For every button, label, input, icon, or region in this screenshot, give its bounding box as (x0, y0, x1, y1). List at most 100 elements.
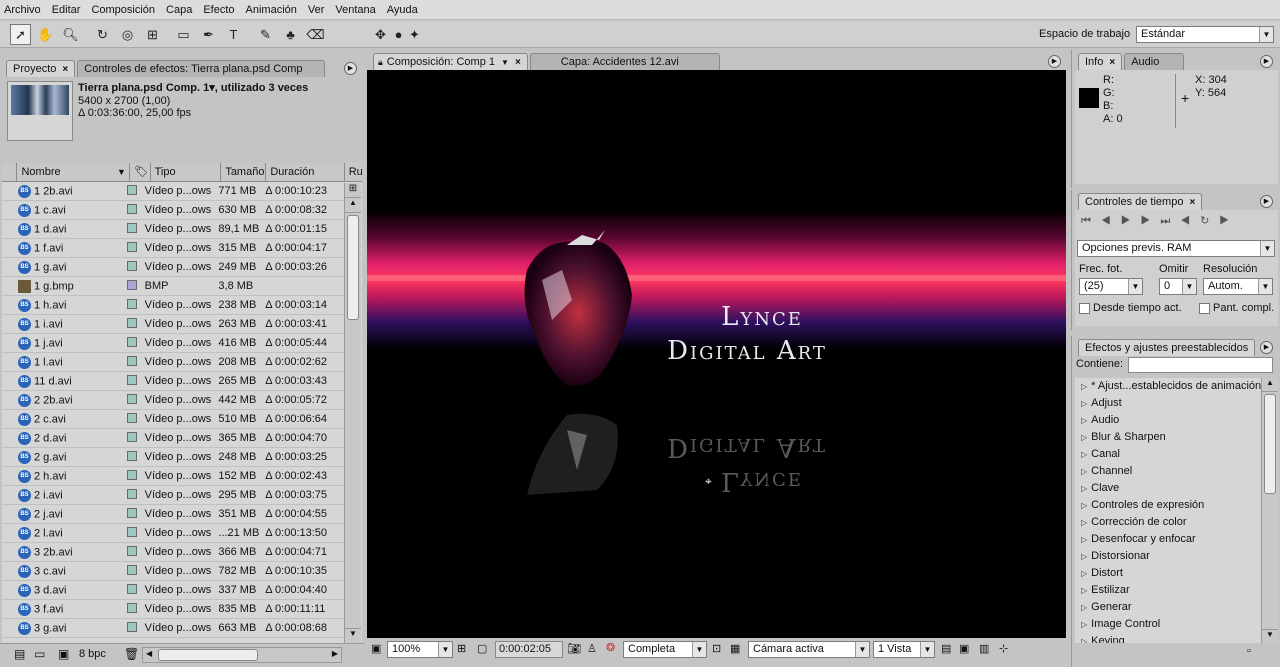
tab-info[interactable]: Info × (1078, 53, 1123, 70)
label-color[interactable] (120, 488, 142, 502)
first-frame-icon[interactable]: ⏮ (1081, 215, 1101, 227)
menu-item-4[interactable]: Efecto (203, 4, 234, 16)
table-row[interactable]: BS 3 d.avi Vídeo p...ows 337 MB Δ 0:00:04:40 (2, 581, 344, 600)
tab-layer[interactable]: Capa: Accidentes 12.avi (529, 53, 720, 70)
effects-category[interactable]: ▷ Desenfocar y enfocar (1075, 531, 1261, 548)
table-row[interactable]: BS 1 d.avi Vídeo p...ows 89,1 MB Δ 0:00:01:1… (2, 220, 344, 239)
effects-category[interactable]: ▷ Blur & Sharpen (1075, 429, 1261, 446)
bit-depth[interactable]: 8 bpc (79, 648, 106, 660)
horizontal-scrollbar[interactable]: ◀ ▶ (142, 647, 342, 663)
label-color[interactable] (120, 621, 142, 635)
table-row[interactable]: BS 3 f.avi Vídeo p...ows 835 MB Δ 0:00:11:11 (2, 600, 344, 619)
label-color[interactable] (120, 507, 142, 521)
panel-menu-icon[interactable]: ▶ (1260, 55, 1273, 68)
new-folder-icon[interactable]: ▭ (34, 647, 45, 661)
frame-rate-select[interactable]: (25) ▼ (1079, 278, 1143, 295)
clone-stamp-icon[interactable]: ♣ (280, 24, 301, 45)
flowchart-icon[interactable]: ⊞ (345, 183, 361, 198)
eraser-tool-icon[interactable]: ⌫ (305, 24, 326, 45)
panel-menu-icon[interactable]: ▶ (344, 62, 357, 75)
resolution-preview-select[interactable]: Autom. ▼ (1203, 278, 1273, 295)
expand-triangle-icon[interactable]: ▷ (1081, 484, 1087, 493)
show-snapshot-icon[interactable]: ♙ (587, 642, 597, 655)
effects-category[interactable]: ▷ Clave (1075, 480, 1261, 497)
effects-category[interactable]: ▷ Keying (1075, 633, 1261, 643)
timeline-icon[interactable]: ▥ (979, 642, 989, 655)
menu-item-8[interactable]: Ayuda (387, 4, 418, 16)
label-color[interactable] (120, 450, 142, 464)
views-select[interactable]: 1 Vista ▼ (873, 641, 935, 658)
composition-viewer[interactable]: Lynce Digital Art Lynce Digital Art ⌖ (367, 70, 1066, 638)
label-color[interactable] (120, 393, 142, 407)
label-color[interactable] (120, 336, 142, 350)
effects-category[interactable]: ▷ Generar (1075, 599, 1261, 616)
menu-item-0[interactable]: Archivo (4, 4, 41, 16)
expand-triangle-icon[interactable]: ▷ (1081, 467, 1087, 476)
expand-triangle-icon[interactable]: ▷ (1081, 535, 1087, 544)
tab-composition[interactable]: 🔒︎ Composición: Comp 1 ▼ × (373, 53, 528, 70)
label-color[interactable] (120, 564, 142, 578)
skip-select[interactable]: 0 ▼ (1159, 278, 1197, 295)
expand-triangle-icon[interactable]: ▷ (1081, 569, 1087, 578)
label-color[interactable] (120, 469, 142, 483)
panel-menu-icon[interactable]: ▶ (1260, 341, 1273, 354)
expand-triangle-icon[interactable]: ▷ (1081, 603, 1087, 612)
menu-item-1[interactable]: Editar (52, 4, 81, 16)
expand-triangle-icon[interactable]: ▷ (1081, 586, 1087, 595)
always-preview-icon[interactable]: ▣ (371, 642, 381, 655)
table-row[interactable]: BS 2 l.avi Vídeo p...ows ...21 MB Δ 0:00:13:… (2, 524, 344, 543)
effects-category[interactable]: ▷ Distort (1075, 565, 1261, 582)
label-color[interactable] (120, 526, 142, 540)
view-axis-icon[interactable]: ✦ (404, 24, 425, 45)
table-row[interactable]: BS 2 i.avi Vídeo p...ows 295 MB Δ 0:00:03:75 (2, 486, 344, 505)
snapshot-icon[interactable]: 📷︎ (567, 642, 581, 655)
last-frame-icon[interactable]: ⏭ (1160, 215, 1180, 227)
label-color[interactable] (120, 412, 142, 426)
table-row[interactable]: BS 1 i.avi Vídeo p...ows 263 MB Δ 0:00:03:41 (2, 315, 344, 334)
label-color[interactable] (120, 222, 142, 236)
label-color[interactable] (120, 583, 142, 597)
expand-triangle-icon[interactable]: ▷ (1081, 552, 1087, 561)
table-row[interactable]: BS 1 g.avi Vídeo p...ows 249 MB Δ 0:00:03:26 (2, 258, 344, 277)
zoom-select[interactable]: 100% ▼ (387, 641, 453, 658)
effects-category[interactable]: ▷ Channel (1075, 463, 1261, 480)
tab-time-controls[interactable]: Controles de tiempo × (1078, 193, 1203, 210)
channels-icon[interactable]: ❂ (606, 641, 615, 654)
table-row[interactable]: 1 g.bmp BMP 3,8 MB (2, 277, 344, 296)
table-row[interactable]: BS 1 2b.avi Vídeo p...ows 771 MB Δ 0:00:10:2… (2, 182, 344, 201)
table-row[interactable]: BS 1 h.avi Vídeo p...ows 238 MB Δ 0:00:03:14 (2, 296, 344, 315)
col-name[interactable]: Nombre (17, 163, 112, 181)
brush-tool-icon[interactable]: ✎ (255, 24, 276, 45)
effects-category[interactable]: ▷ Estilizar (1075, 582, 1261, 599)
camera-select[interactable]: Cámara activa ▼ (748, 641, 870, 658)
expand-triangle-icon[interactable]: ▷ (1081, 501, 1087, 510)
scroll-down-icon[interactable]: ▼ (345, 628, 361, 643)
new-composition-icon[interactable]: ▣ (58, 647, 69, 661)
effects-scrollbar[interactable]: ▲ ▼ (1261, 378, 1278, 643)
loop-icon[interactable]: ↻ (1200, 215, 1219, 227)
interpret-footage-icon[interactable]: ▤ (14, 647, 25, 661)
label-color[interactable] (120, 431, 142, 445)
expand-triangle-icon[interactable]: ▷ (1081, 450, 1087, 459)
table-row[interactable]: BS 2 g.avi Vídeo p...ows 248 MB Δ 0:00:03:25 (2, 448, 344, 467)
effects-category[interactable]: ▷ Distorsionar (1075, 548, 1261, 565)
trash-icon[interactable]: 🗑︎ (124, 647, 139, 661)
menu-item-6[interactable]: Ver (308, 4, 325, 16)
table-row[interactable]: BS 2 2b.avi Vídeo p...ows 442 MB Δ 0:00:05:7… (2, 391, 344, 410)
tab-audio[interactable]: Audio (1124, 53, 1185, 70)
from-current-checkbox[interactable]: Desde tiempo act. (1079, 302, 1182, 314)
effects-category[interactable]: ▷ Canal (1075, 446, 1261, 463)
table-row[interactable]: BS 1 l.avi Vídeo p...ows 208 MB Δ 0:00:02:62 (2, 353, 344, 372)
effects-search-input[interactable] (1128, 357, 1273, 373)
pen-tool-icon[interactable]: ✒ (198, 24, 219, 45)
label-color[interactable] (120, 298, 142, 312)
flowchart-icon[interactable]: ⊹ (999, 642, 1008, 655)
menu-item-2[interactable]: Composición (91, 4, 155, 16)
expand-triangle-icon[interactable]: ▷ (1081, 382, 1087, 391)
effects-category[interactable]: ▷ * Ajust...establecidos de animación (1075, 378, 1261, 395)
effects-category[interactable]: ▷ Corrección de color (1075, 514, 1261, 531)
label-color[interactable] (120, 317, 142, 331)
selection-tool-icon[interactable]: ➚ (10, 24, 31, 45)
layout-icon[interactable]: ▤ (941, 642, 951, 655)
menu-item-7[interactable]: Ventana (335, 4, 375, 16)
